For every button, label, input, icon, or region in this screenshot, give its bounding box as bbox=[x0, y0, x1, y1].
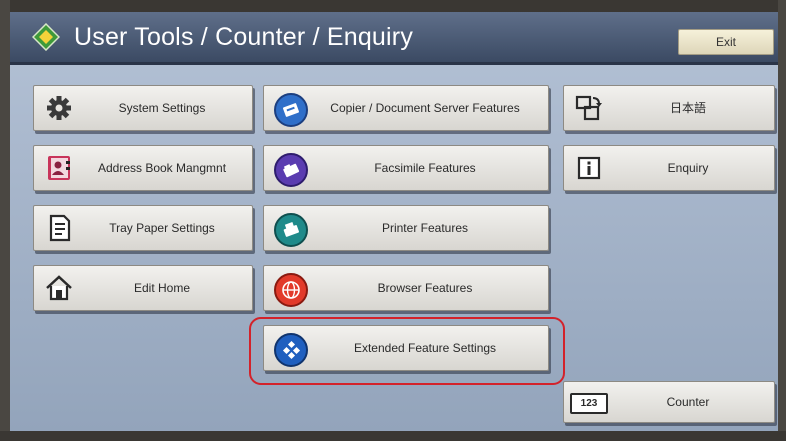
language-label: 日本語 bbox=[669, 101, 706, 115]
copier-icon bbox=[274, 93, 308, 127]
printer-icon bbox=[274, 213, 308, 247]
system-settings-label: System Settings bbox=[118, 101, 206, 115]
browser-features-label: Browser Features bbox=[377, 281, 473, 295]
printer-features-label: Printer Features bbox=[381, 221, 469, 235]
gear-icon bbox=[47, 96, 71, 120]
counter-button[interactable]: 123 Counter bbox=[563, 381, 775, 423]
device-bezel-left bbox=[0, 0, 10, 441]
edit-home-button[interactable]: Edit Home bbox=[33, 265, 253, 311]
facsimile-features-button[interactable]: Facsimile Features bbox=[263, 145, 549, 191]
copier-document-server-button[interactable]: Copier / Document Server Features bbox=[263, 85, 549, 131]
home-icon bbox=[46, 275, 72, 301]
browser-features-button[interactable]: Browser Features bbox=[263, 265, 549, 311]
highlight-outline bbox=[249, 317, 565, 385]
title-bar: User Tools / Counter / Enquiry Exit bbox=[10, 12, 778, 65]
tray-paper-icon bbox=[49, 214, 71, 242]
device-bezel-right bbox=[778, 0, 786, 441]
language-switch-icon bbox=[575, 95, 602, 121]
printer-features-button[interactable]: Printer Features bbox=[263, 205, 549, 251]
address-book-button[interactable]: Address Book Mangmnt bbox=[33, 145, 253, 191]
touch-screen: User Tools / Counter / Enquiry Exit Syst… bbox=[10, 12, 778, 431]
language-button[interactable]: 日本語 bbox=[563, 85, 775, 131]
address-book-icon bbox=[48, 156, 70, 180]
device-bezel-bottom bbox=[0, 431, 786, 441]
tray-paper-settings-label: Tray Paper Settings bbox=[109, 221, 215, 235]
enquiry-button[interactable]: Enquiry bbox=[563, 145, 775, 191]
system-settings-button[interactable]: System Settings bbox=[33, 85, 253, 131]
counter-label: Counter bbox=[666, 395, 710, 409]
user-tools-icon bbox=[32, 23, 60, 51]
facsimile-features-label: Facsimile Features bbox=[374, 161, 476, 175]
info-icon bbox=[577, 156, 601, 180]
copier-document-server-label: Copier / Document Server Features bbox=[330, 101, 520, 115]
address-book-label: Address Book Mangmnt bbox=[97, 161, 227, 175]
enquiry-label: Enquiry bbox=[667, 161, 709, 175]
tray-paper-settings-button[interactable]: Tray Paper Settings bbox=[33, 205, 253, 251]
page-title: User Tools / Counter / Enquiry bbox=[74, 23, 414, 51]
edit-home-label: Edit Home bbox=[133, 281, 191, 295]
counter-icon: 123 bbox=[570, 393, 608, 414]
facsimile-icon bbox=[274, 153, 308, 187]
exit-button[interactable]: Exit bbox=[678, 29, 774, 55]
browser-icon bbox=[274, 273, 308, 307]
device-bezel-top bbox=[0, 0, 786, 12]
